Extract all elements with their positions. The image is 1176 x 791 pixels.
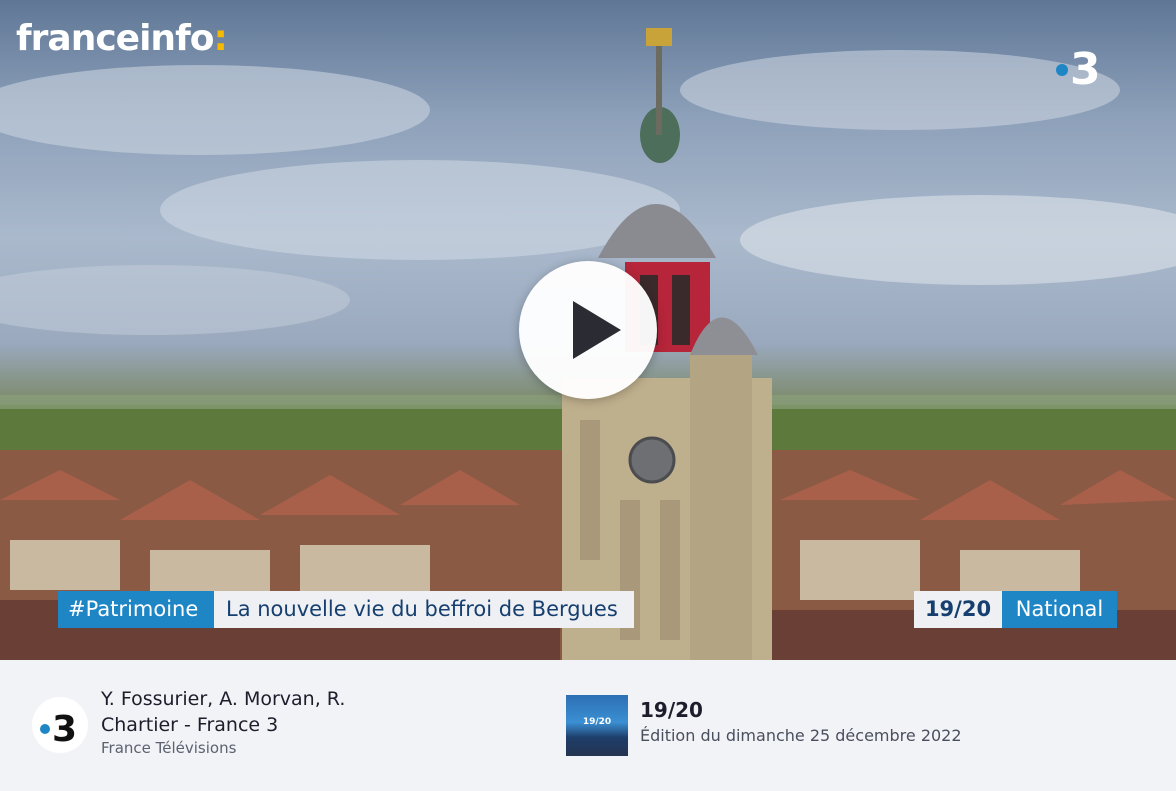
brand-colon: : <box>213 18 227 59</box>
edition-scope-label: National <box>1002 591 1117 628</box>
france3-logo-digit: 3 <box>1070 44 1101 90</box>
lower-third-headline: #Patrimoine La nouvelle vie du beffroi d… <box>58 591 634 628</box>
france3-logo: 3 <box>1056 44 1101 90</box>
play-button[interactable] <box>519 261 657 399</box>
play-icon <box>573 301 621 359</box>
brand-name: franceinfo <box>16 18 214 59</box>
show-title-link[interactable]: 19/20 <box>640 698 703 722</box>
video-credits: Y. Fossurier, A. Morvan, R. Chartier - F… <box>101 688 346 736</box>
video-player[interactable]: franceinfo: 3 #Patrimoine La nouvelle vi… <box>0 0 1176 660</box>
lower-third-program: 19/20 National <box>914 591 1117 628</box>
program-label: 19/20 <box>914 591 1002 628</box>
franceinfo-logo: franceinfo: <box>16 18 228 59</box>
hashtag-label: #Patrimoine <box>58 591 214 628</box>
france3-channel-icon: 3 <box>40 709 77 750</box>
headline-label: La nouvelle vie du beffroi de Bergues <box>214 591 634 628</box>
channel-icon-digit: 3 <box>52 709 77 750</box>
publisher-name: France Télévisions <box>101 739 237 757</box>
show-edition-date: Édition du dimanche 25 décembre 2022 <box>640 726 962 745</box>
show-thumbnail-label: 19/20 <box>582 717 612 727</box>
channel-avatar[interactable]: 3 <box>32 697 88 753</box>
show-thumbnail[interactable]: 19/20 <box>566 695 628 756</box>
